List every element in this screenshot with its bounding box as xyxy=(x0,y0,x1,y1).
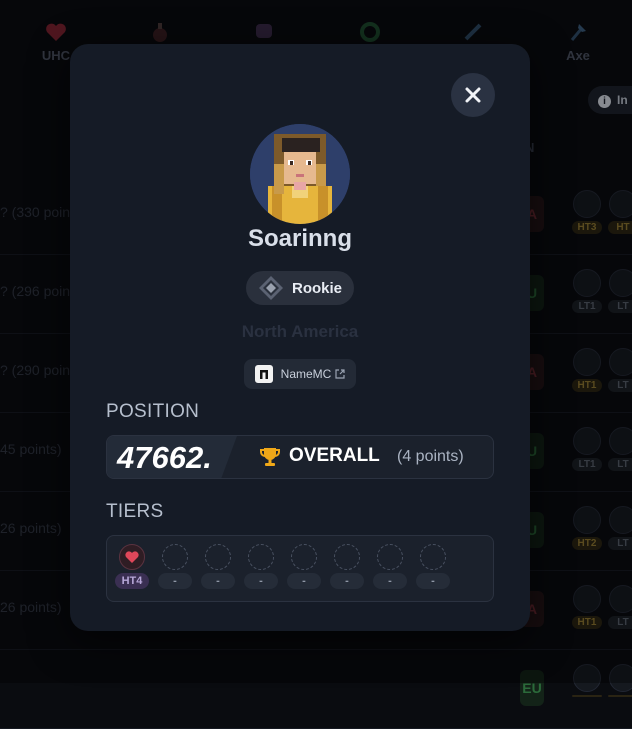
namemc-logo-icon xyxy=(254,365,273,383)
heart-icon xyxy=(119,544,145,570)
empty-slot-icon xyxy=(248,544,274,570)
namemc-link[interactable]: NameMC xyxy=(244,359,356,389)
tier-label: - xyxy=(244,573,278,589)
tier-label: - xyxy=(287,573,321,589)
external-link-icon xyxy=(335,369,345,379)
empty-slot-icon xyxy=(334,544,360,570)
avatar xyxy=(250,124,350,224)
player-name: Soarinng xyxy=(247,225,352,252)
namemc-label: NameMC xyxy=(280,367,332,381)
position-card: 47662. OVERALL (4 points) xyxy=(106,435,494,479)
position-points: (4 points) xyxy=(397,448,464,465)
position-number: 47662. xyxy=(117,440,212,475)
tier-slot-empty[interactable]: - xyxy=(287,544,321,589)
rank-badge: Rookie xyxy=(246,271,354,305)
tier-label: HT4 xyxy=(115,573,149,589)
empty-slot-icon xyxy=(377,544,403,570)
tier-label: - xyxy=(201,573,235,589)
tier-slot-empty[interactable]: - xyxy=(201,544,235,589)
tier-label: - xyxy=(373,573,407,589)
position-overall-label: OVERALL xyxy=(289,445,380,466)
tier-label xyxy=(572,695,602,697)
tiers-card: HT4- - - - - - - xyxy=(106,535,494,602)
tier-slot-empty[interactable]: - xyxy=(244,544,278,589)
close-icon xyxy=(465,87,481,103)
tier-slot-empty[interactable]: - xyxy=(373,544,407,589)
tier-slot-uhc[interactable]: HT4 xyxy=(115,544,149,589)
rank-label: Rookie xyxy=(291,279,342,297)
tier-slot-empty[interactable]: - xyxy=(330,544,364,589)
tier-slot-empty[interactable]: - xyxy=(158,544,192,589)
empty-slot-icon xyxy=(205,544,231,570)
rookie-rank-icon xyxy=(258,276,283,300)
tier-label: - xyxy=(158,573,192,589)
empty-slot-icon xyxy=(162,544,188,570)
trophy-icon xyxy=(260,448,280,466)
empty-slot-icon xyxy=(291,544,317,570)
empty-slot-icon xyxy=(420,544,446,570)
tier-label: - xyxy=(416,573,450,589)
tier-slot-empty[interactable]: - xyxy=(416,544,450,589)
tier-label: - xyxy=(330,573,364,589)
tiers-title: TIERS xyxy=(106,501,164,522)
player-modal: Soarinng Rookie North America NameMC POS… xyxy=(70,44,530,631)
region-label: North America xyxy=(241,322,359,341)
player-skin-image xyxy=(250,124,350,224)
tier-label xyxy=(608,695,632,697)
close-button[interactable] xyxy=(451,73,495,117)
position-title: POSITION xyxy=(106,401,200,422)
